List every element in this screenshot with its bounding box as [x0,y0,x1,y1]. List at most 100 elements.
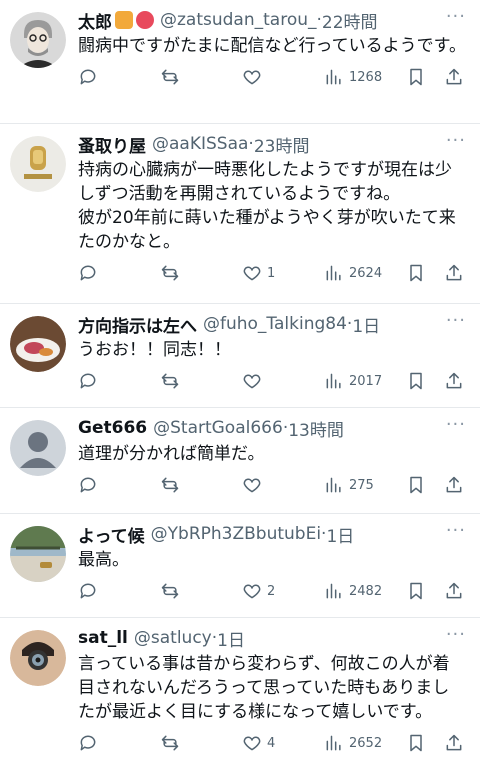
reply-button[interactable] [78,581,98,601]
view-count: 1268 [349,69,383,85]
share-button[interactable] [444,371,464,391]
views-button[interactable]: 275 [324,475,374,495]
more-options-icon[interactable]: ··· [446,520,466,541]
display-name[interactable]: Get666 [78,418,147,438]
bookmark-button[interactable] [406,67,426,87]
share-button[interactable] [444,733,464,753]
views-button[interactable]: 2652 [324,733,382,753]
display-name[interactable]: 方向指示は左へ [78,312,197,337]
like-button[interactable] [242,371,267,391]
repost-button[interactable] [160,581,180,601]
post-item[interactable]: よって候 @YbRPh3ZBbutubEi · 1日 ··· 最高。 2 248… [0,514,480,618]
timestamp[interactable]: 1日 [217,626,245,651]
more-options-icon[interactable]: ··· [446,414,466,435]
heart-icon [243,736,261,751]
more-options-icon[interactable]: ··· [446,624,466,645]
bookmark-icon [410,372,422,390]
repost-button[interactable] [160,475,180,495]
reply-button[interactable] [78,475,98,495]
avatar[interactable] [10,420,66,476]
post-text: 持病の心臓病が一時悪化したようですが現在は少しずつ活動を再開されているようですね… [78,160,456,252]
post-item[interactable]: Get666 @StartGoal666 · 13時間 ··· 道理が分かれば簡… [0,408,480,514]
user-handle[interactable]: @satlucy [134,628,212,648]
more-options-icon[interactable]: ··· [446,6,466,27]
views-chart-icon [326,477,341,493]
post-header: 蚤取り屋 @aaKISSaa · 23時間 [78,130,466,158]
heart-icon [243,374,261,389]
like-button[interactable]: 4 [242,733,275,753]
user-handle[interactable]: @zatsudan_tarou_ [160,10,317,30]
timestamp[interactable]: 22時間 [322,8,378,33]
bookmark-button[interactable] [406,733,426,753]
timestamp[interactable]: 23時間 [254,132,310,157]
display-name[interactable]: よって候 [78,522,145,547]
post-header: よって候 @YbRPh3ZBbutubEi · 1日 [78,520,466,548]
heart-icon [243,478,261,493]
views-button[interactable]: 2624 [324,263,382,283]
repost-icon [161,477,179,493]
timestamp[interactable]: 1日 [352,312,380,337]
post-item[interactable]: 蚤取り屋 @aaKISSaa · 23時間 ··· 持病の心臓病が一時悪化したよ… [0,124,480,304]
avatar[interactable] [10,12,66,68]
share-button[interactable] [444,263,464,283]
reply-button[interactable] [78,67,98,87]
post-item[interactable]: sat_ll @satlucy · 1日 ··· 言っている事は昔から変わらず、… [0,618,480,766]
timestamp[interactable]: 13時間 [288,416,344,441]
repost-button[interactable] [160,371,180,391]
bookmark-button[interactable] [406,263,426,283]
post-text: 言っている事は昔から変わらず、何故この人が着目されないんだろうって思っていた時も… [78,654,450,722]
share-icon [446,734,462,751]
view-count: 2652 [349,735,383,751]
views-button[interactable]: 2482 [324,581,382,601]
repost-icon [161,735,179,751]
action-bar: 2017 [78,362,466,404]
views-chart-icon [326,373,341,389]
repost-button[interactable] [160,263,180,283]
like-count: 1 [267,265,276,281]
display-name[interactable]: 太郎 [78,8,112,33]
like-button[interactable] [242,67,267,87]
avatar[interactable] [10,316,66,372]
action-bar: 1 2624 [78,254,466,296]
reply-button[interactable] [78,371,98,391]
user-handle[interactable]: @aaKISSaa [152,134,248,154]
display-name[interactable]: sat_ll [78,628,128,648]
timestamp[interactable]: 1日 [326,522,354,547]
post-header: 太郎 @zatsudan_tarou_ · 22時間 [78,6,466,34]
share-button[interactable] [444,67,464,87]
heart-icon [243,70,261,85]
more-options-icon[interactable]: ··· [446,310,466,331]
post-text: 最高。 [78,550,129,570]
bookmark-button[interactable] [406,581,426,601]
user-handle[interactable]: @fuho_Talking84 [203,314,347,334]
reply-button[interactable] [78,263,98,283]
repost-button[interactable] [160,67,180,87]
post-text: うおお！！同志！！ [78,340,231,360]
more-options-icon[interactable]: ··· [446,130,466,151]
post-item[interactable]: 方向指示は左へ @fuho_Talking84 · 1日 ··· うおお！！同志… [0,304,480,408]
share-button[interactable] [444,581,464,601]
display-name[interactable]: 蚤取り屋 [78,132,146,157]
bookmark-button[interactable] [406,475,426,495]
user-handle[interactable]: @YbRPh3ZBbutubEi [151,524,321,544]
post-text: 闘病中ですがたまに配信など行っているようです。 [78,36,466,56]
bookmark-icon [410,68,422,86]
reply-button[interactable] [78,733,98,753]
post-item[interactable]: 太郎 @zatsudan_tarou_ · 22時間 ··· 闘病中ですがたまに… [0,0,480,124]
avatar[interactable] [10,526,66,582]
repost-button[interactable] [160,733,180,753]
user-handle[interactable]: @StartGoal666 [153,418,283,438]
avatar[interactable] [10,630,66,686]
share-button[interactable] [444,475,464,495]
like-button[interactable] [242,475,267,495]
avatar[interactable] [10,136,66,192]
action-bar: 275 [78,466,466,508]
like-button[interactable]: 2 [242,581,275,601]
bookmark-icon [410,264,422,282]
like-count: 2 [267,583,276,599]
like-button[interactable]: 1 [242,263,275,283]
repost-icon [161,265,179,281]
views-button[interactable]: 1268 [324,67,382,87]
views-button[interactable]: 2017 [324,371,382,391]
bookmark-button[interactable] [406,371,426,391]
